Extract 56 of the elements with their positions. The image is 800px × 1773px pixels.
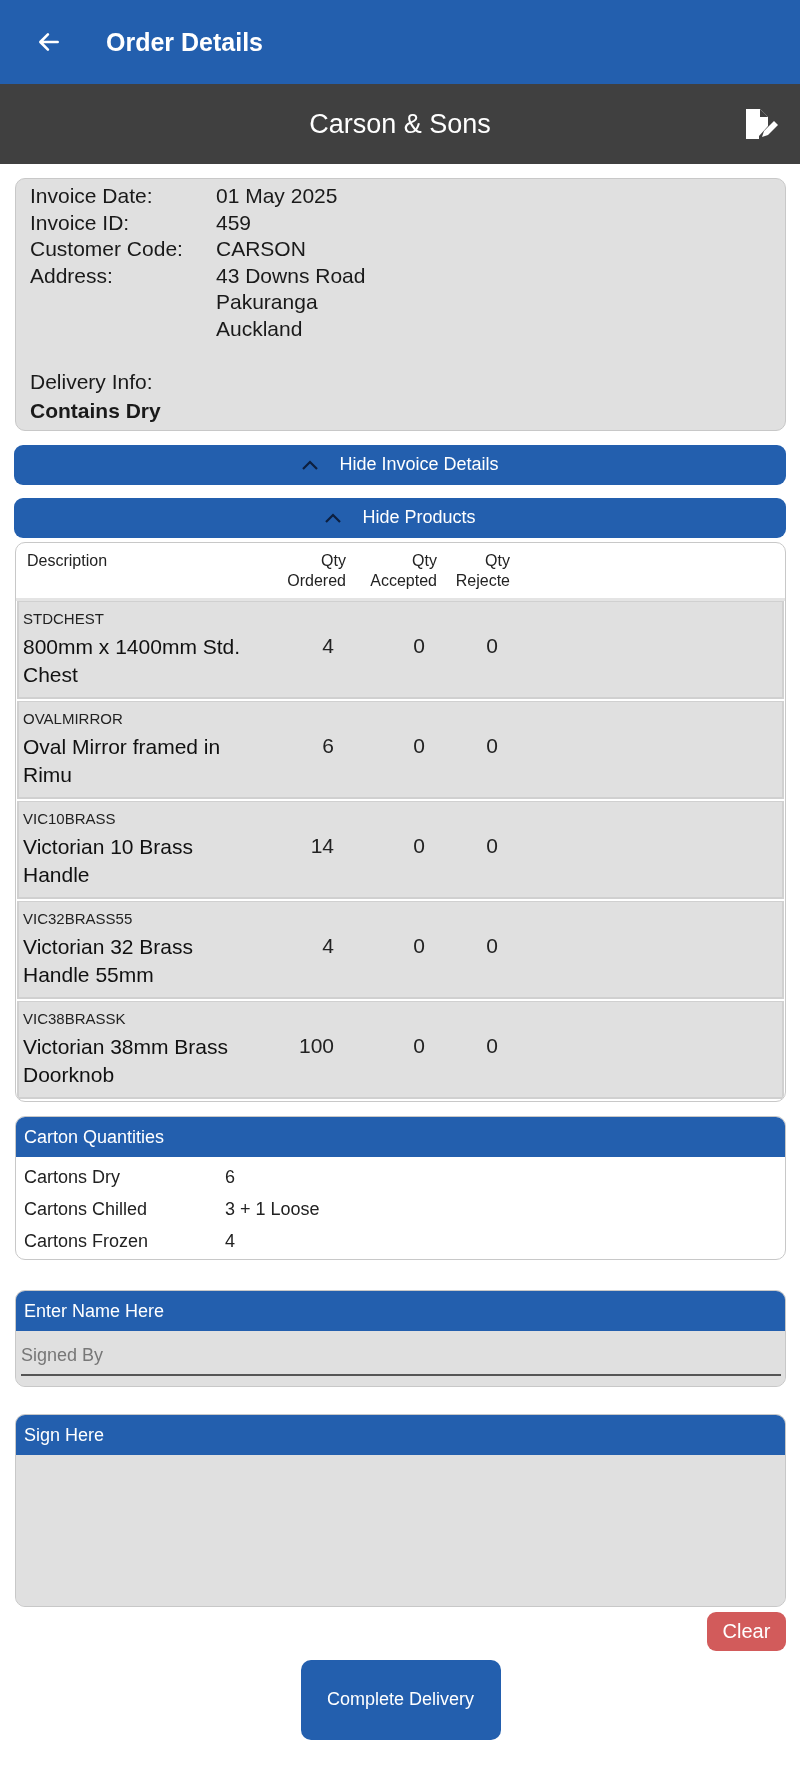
field-value: Auckland	[216, 315, 304, 342]
product-description: 800mm x 1400mm Std. Chest	[23, 633, 242, 688]
quantity-cell-text: 100	[297, 1032, 335, 1059]
quantity-cell-text: 0	[485, 632, 499, 659]
quantity-cell-text: 0	[412, 732, 426, 759]
carton-label: Cartons Frozen	[24, 1229, 150, 1253]
quantity-cell-text: 0	[412, 932, 426, 959]
product-description: Oval Mirror framed in Rimu	[23, 733, 222, 788]
quantity-cell-text: 0	[485, 832, 499, 859]
product-code: VIC32BRASS55	[23, 909, 134, 928]
toggle-button[interactable]: Hide Products	[14, 497, 786, 538]
column-header: Description	[27, 550, 109, 571]
product-code: VIC38BRASSK	[23, 1009, 127, 1028]
field-value: 43 Downs Road	[216, 262, 366, 289]
screen-title: Order Details	[106, 27, 263, 57]
toggle-button[interactable]: Hide Invoice Details	[14, 444, 786, 485]
panel-header: Enter Name Here	[16, 1290, 785, 1331]
field-label: Address:	[30, 262, 114, 289]
carton-label: Cartons Dry	[24, 1165, 122, 1189]
quantity-cell-text: 0	[485, 732, 499, 759]
carton-value: 6	[225, 1165, 235, 1189]
customer-name: Carson & Sons	[309, 108, 491, 140]
quantity-cell-text: 6	[321, 732, 335, 759]
field-value: Pakuranga	[216, 289, 319, 315]
field-value: 01 May 2025	[216, 183, 338, 209]
column-header: Qty Rejecte	[454, 550, 510, 591]
product-description: Victorian 32 Brass Handle 55mm	[23, 933, 195, 988]
quantity-cell-text: 0	[412, 1032, 426, 1059]
panel-header: Carton Quantities	[16, 1116, 785, 1157]
product-description: Victorian 10 Brass Handle	[23, 833, 195, 888]
quantity-cell-text: 0	[485, 932, 499, 959]
quantity-cell-text: 0	[412, 632, 426, 659]
column-header: Qty Accepted	[369, 550, 437, 591]
quantity-cell-text: 14	[309, 832, 335, 859]
field-label: Customer Code:	[30, 236, 184, 262]
product-code: STDCHEST	[23, 609, 105, 628]
product-code: OVALMIRROR	[23, 709, 124, 728]
carton-value: 3 + 1 Loose	[225, 1197, 320, 1221]
carton-label: Cartons Chilled	[24, 1197, 149, 1221]
quantity-cell-text: 0	[412, 832, 426, 859]
complete-delivery-button[interactable]: Complete Delivery	[300, 1659, 501, 1740]
field-value: 459	[216, 209, 252, 236]
quantity-cell-text: 4	[321, 932, 335, 959]
clear-button[interactable]: Clear	[707, 1611, 786, 1651]
quantity-cell-text: 4	[321, 632, 335, 659]
field-label: Invoice ID:	[30, 209, 131, 236]
product-description: Victorian 38mm Brass Doorknob	[23, 1033, 230, 1088]
column-header: Qty Ordered	[286, 550, 346, 591]
panel-header: Sign Here	[16, 1414, 785, 1455]
field-label: Delivery Info:	[30, 369, 154, 395]
field-label: Invoice Date:	[30, 183, 154, 209]
field-value: CARSON	[216, 236, 306, 262]
product-code: VIC10BRASS	[23, 809, 117, 828]
quantity-cell-text: 0	[485, 1032, 499, 1059]
delivery-info: Contains Dry	[30, 397, 162, 424]
carton-value: 4	[225, 1229, 235, 1253]
